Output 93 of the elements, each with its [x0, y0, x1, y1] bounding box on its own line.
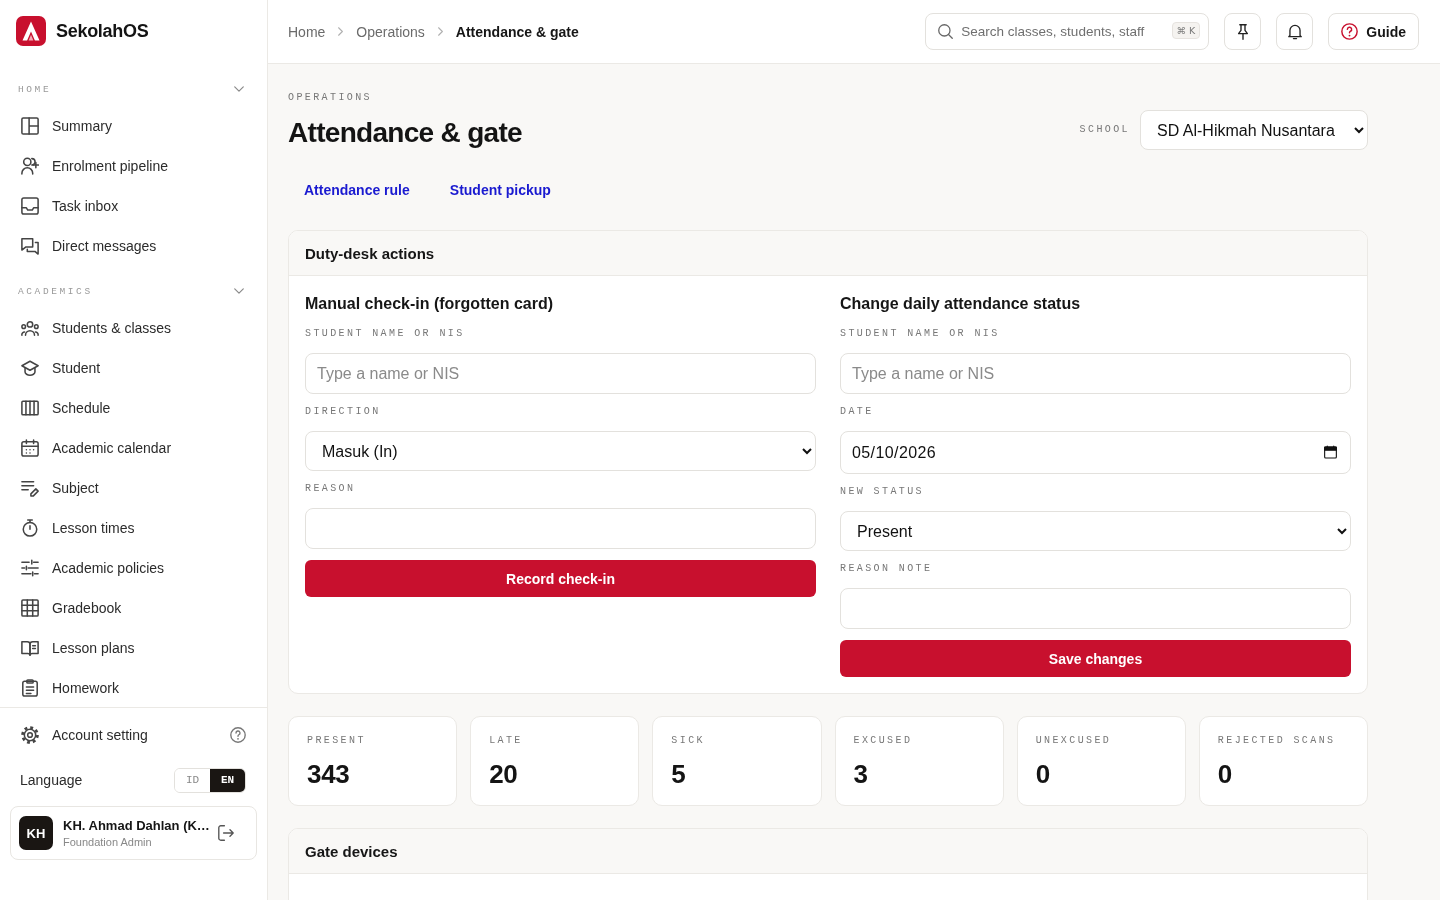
chevron-down-icon [234, 288, 244, 294]
date-field[interactable]: 05/10/2026 [840, 431, 1351, 474]
input-field[interactable]: Type a name or NIS [840, 353, 1351, 394]
guide-button[interactable]: Guide [1328, 13, 1419, 50]
graduation-cap-icon [21, 359, 39, 377]
page-link[interactable]: Attendance rule [288, 172, 426, 208]
nav-item[interactable]: Gradebook [0, 588, 267, 628]
help-icon [230, 727, 246, 743]
panel-title: Duty-desk actions [305, 244, 435, 262]
field-label: STUDENT NAME OR NIS [305, 328, 466, 340]
stat-value: 3 [853, 759, 868, 789]
inbox-icon [21, 197, 39, 215]
grid-icon [21, 599, 39, 617]
breadcrumb-current: Attendance & gate [455, 23, 579, 40]
nav-item[interactable]: Task inbox [0, 186, 267, 226]
logout-icon[interactable] [218, 825, 234, 841]
input-field[interactable]: Type a name or NIS [305, 353, 816, 394]
list-pencil-icon [21, 479, 39, 497]
stat-value: 343 [307, 759, 350, 789]
chevron-right-icon [437, 27, 443, 36]
nav-item[interactable]: Enrolment pipeline [0, 146, 267, 186]
language-option[interactable]: EN [210, 768, 245, 792]
chevron-down-icon [234, 86, 244, 92]
columns-icon [21, 399, 39, 417]
field-label: STUDENT NAME OR NIS [840, 328, 1001, 340]
stat-label: PRESENT [307, 735, 366, 747]
nav-item[interactable]: Lesson plans [0, 628, 267, 668]
layout-icon [21, 117, 39, 135]
school-dropdown[interactable]: SD Al-Hikmah Nusantara [1140, 110, 1368, 150]
calendar-icon [21, 439, 39, 457]
nav-item[interactable]: Academic calendar [0, 428, 267, 468]
bell-icon [1287, 23, 1302, 40]
pin-icon [1235, 23, 1250, 40]
user-role: Foundation Admin [63, 836, 153, 848]
chat-bubbles-icon [21, 237, 39, 255]
pin-button[interactable] [1224, 13, 1262, 50]
stat-label: REJECTED SCANS [1217, 735, 1336, 747]
dropdown-field[interactable]: Present [840, 511, 1351, 551]
panel-title: Gate devices [305, 842, 398, 860]
nav-item[interactable]: Direct messages [0, 226, 267, 266]
clipboard-icon [21, 679, 39, 697]
chevron-right-icon [338, 27, 344, 36]
brand-name: SekolahOS [56, 20, 149, 42]
stat-value: 5 [671, 759, 686, 789]
book-icon [21, 639, 39, 657]
sliders-icon [21, 559, 39, 577]
field-label: REASON NOTE [840, 563, 934, 575]
logo-icon [16, 16, 46, 46]
field-label: DIRECTION [305, 406, 382, 418]
stopwatch-icon [21, 519, 39, 537]
input-field[interactable] [840, 588, 1351, 629]
field-label: REASON [305, 483, 357, 495]
form-title: Manual check-in (forgotten card) [305, 294, 555, 314]
shortcut-key: ⌘ K [1171, 22, 1201, 39]
input-field[interactable] [305, 508, 816, 549]
field-label: NEW STATUS [840, 486, 925, 498]
submit-button[interactable]: Record check-in [305, 560, 816, 597]
nav-item[interactable]: Lesson times [0, 508, 267, 548]
help-icon [1341, 23, 1359, 40]
nav-item[interactable]: Schedule [0, 388, 267, 428]
settings-icon [21, 726, 39, 744]
nav-item[interactable]: Homework [0, 668, 267, 707]
nav-item[interactable]: Summary [0, 106, 267, 146]
group-icon [21, 319, 39, 337]
nav-item[interactable]: Account setting [0, 715, 267, 755]
avatar: KH [19, 816, 53, 850]
search-icon [938, 24, 954, 39]
user-name: KH. Ahmad Dahlan (K… [63, 818, 208, 833]
stat-value: 20 [489, 759, 518, 789]
form-title: Change daily attendance status [840, 294, 1082, 314]
stat-label: SICK [671, 735, 705, 747]
school-label: SCHOOL [1079, 124, 1130, 136]
stat-label: EXCUSED [853, 735, 913, 747]
nav-item[interactable]: Student [0, 348, 267, 388]
nav-item[interactable]: Subject [0, 468, 267, 508]
notifications-button[interactable] [1276, 13, 1314, 50]
nav-item[interactable]: Students & classes [0, 308, 267, 348]
submit-button[interactable]: Save changes [840, 640, 1351, 677]
page-eyebrow: OPERATIONS [288, 92, 373, 104]
stat-label: UNEXCUSED [1035, 735, 1112, 747]
user-plus-icon [21, 157, 39, 175]
field-label: DATE [840, 406, 875, 418]
dropdown-field[interactable]: Masuk (In) [305, 431, 816, 471]
stat-value: 0 [1035, 759, 1050, 789]
breadcrumb-link[interactable]: Operations [356, 23, 425, 40]
stat-label: LATE [489, 735, 523, 747]
breadcrumb-link[interactable]: Home [288, 23, 326, 40]
calendar-icon[interactable] [1324, 445, 1337, 459]
page-title: Attendance & gate [288, 115, 522, 149]
page-link[interactable]: Student pickup [433, 172, 567, 208]
nav-item[interactable]: Academic policies [0, 548, 267, 588]
language-label: Language [20, 772, 83, 788]
stat-value: 0 [1217, 759, 1232, 789]
